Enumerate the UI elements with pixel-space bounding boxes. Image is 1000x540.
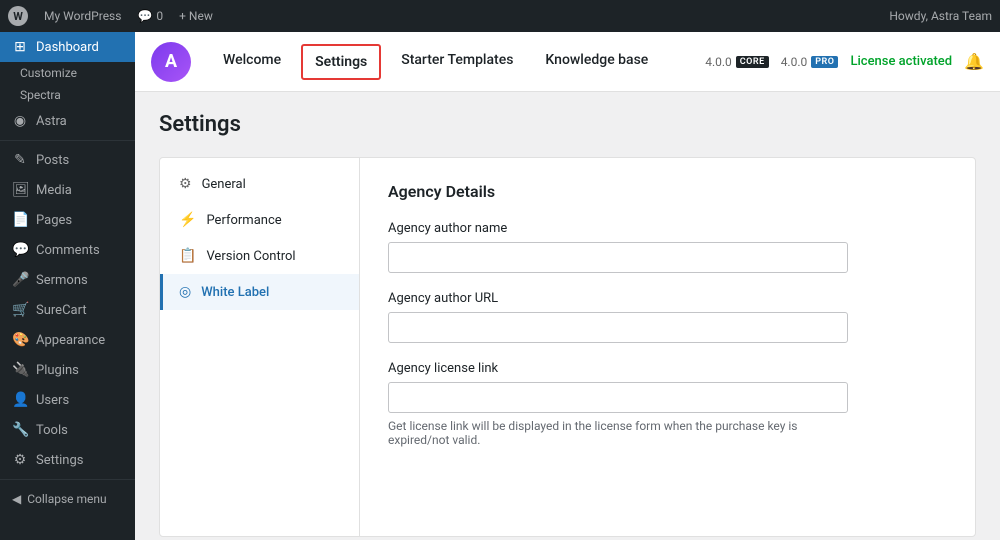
comments-link[interactable]: 💬 0 bbox=[137, 9, 163, 23]
sidebar-item-pages[interactable]: 📄 Pages bbox=[0, 205, 135, 235]
license-activated-link[interactable]: License activated bbox=[850, 54, 952, 69]
agency-license-link-group: Agency license link Get license link wil… bbox=[388, 361, 947, 447]
notifications-icon[interactable]: 🔔 bbox=[964, 52, 984, 71]
settings-sidebar: ⚙ General ⚡ Performance 📋 Version Contro… bbox=[160, 158, 360, 536]
new-content-link[interactable]: + New bbox=[179, 9, 213, 23]
agency-license-link-label: Agency license link bbox=[388, 361, 947, 376]
settings-nav-performance[interactable]: ⚡ Performance bbox=[160, 202, 359, 238]
howdy-text: Howdy, Astra Team bbox=[889, 9, 992, 23]
header-right: 4.0.0 CORE 4.0.0 PRO License activated 🔔 bbox=[705, 52, 984, 71]
version-pro-badge: 4.0.0 PRO bbox=[781, 55, 839, 69]
settings-nav-white-label[interactable]: ◎ White Label bbox=[160, 274, 359, 310]
sidebar: ⊞ Dashboard Customize Spectra ◉ Astra ✎ … bbox=[0, 32, 135, 540]
comment-icon: 💬 bbox=[137, 9, 152, 23]
sidebar-item-media[interactable]: 🖼 Media bbox=[0, 175, 135, 205]
sidebar-item-spectra[interactable]: Spectra bbox=[0, 84, 135, 106]
general-icon: ⚙ bbox=[179, 176, 192, 192]
content-area: Settings ⚙ General ⚡ Performance bbox=[135, 92, 1000, 540]
agency-author-url-label: Agency author URL bbox=[388, 291, 947, 306]
nav-starter-templates[interactable]: Starter Templates bbox=[385, 32, 529, 92]
sidebar-item-label: SureCart bbox=[36, 303, 87, 318]
sidebar-item-plugins[interactable]: 🔌 Plugins bbox=[0, 355, 135, 385]
sidebar-item-label: Astra bbox=[36, 114, 67, 129]
agency-license-link-input[interactable] bbox=[388, 382, 848, 413]
agency-author-name-group: Agency author name bbox=[388, 221, 947, 273]
nav-welcome[interactable]: Welcome bbox=[207, 32, 297, 92]
core-badge: CORE bbox=[736, 56, 769, 68]
surecart-icon: 🛒 bbox=[12, 302, 28, 318]
settings-layout: ⚙ General ⚡ Performance 📋 Version Contro… bbox=[159, 157, 976, 537]
collapse-menu-button[interactable]: ◀ Collapse menu bbox=[0, 484, 135, 514]
sidebar-item-label: Posts bbox=[36, 153, 69, 168]
dashboard-icon: ⊞ bbox=[12, 39, 28, 55]
sidebar-item-label: Media bbox=[36, 183, 72, 198]
sidebar-item-users[interactable]: 👤 Users bbox=[0, 385, 135, 415]
version-core-badge: 4.0.0 CORE bbox=[705, 55, 768, 69]
agency-author-name-input[interactable] bbox=[388, 242, 848, 273]
sidebar-item-astra[interactable]: ◉ Astra bbox=[0, 106, 135, 136]
agency-author-url-group: Agency author URL bbox=[388, 291, 947, 343]
pages-icon: 📄 bbox=[12, 212, 28, 228]
collapse-icon: ◀ bbox=[12, 492, 21, 506]
sidebar-item-surecart[interactable]: 🛒 SureCart bbox=[0, 295, 135, 325]
appearance-icon: 🎨 bbox=[12, 332, 28, 348]
tools-icon: 🔧 bbox=[12, 422, 28, 438]
sidebar-item-label: Users bbox=[36, 393, 69, 408]
wp-logo[interactable]: W bbox=[8, 6, 28, 26]
sidebar-item-settings[interactable]: ⚙ Settings bbox=[0, 445, 135, 475]
plugin-logo: A bbox=[151, 42, 191, 82]
sidebar-item-label: Pages bbox=[36, 213, 72, 228]
sidebar-item-sermons[interactable]: 🎤 Sermons bbox=[0, 265, 135, 295]
sidebar-item-label: Dashboard bbox=[36, 40, 99, 55]
sidebar-item-label: Tools bbox=[36, 423, 68, 438]
plugins-icon: 🔌 bbox=[12, 362, 28, 378]
main-content: A Welcome Settings Starter Templates Kno… bbox=[135, 32, 1000, 540]
settings-nav-general[interactable]: ⚙ General bbox=[160, 166, 359, 202]
sidebar-item-label: Comments bbox=[36, 243, 100, 258]
comments-icon: 💬 bbox=[12, 242, 28, 258]
license-hint: Get license link will be displayed in th… bbox=[388, 419, 848, 447]
nav-knowledge-base[interactable]: Knowledge base bbox=[529, 32, 664, 92]
sidebar-item-label: Appearance bbox=[36, 333, 105, 348]
settings-nav-version-control[interactable]: 📋 Version Control bbox=[160, 238, 359, 274]
sidebar-item-tools[interactable]: 🔧 Tools bbox=[0, 415, 135, 445]
nav-settings[interactable]: Settings bbox=[301, 44, 381, 80]
sidebar-item-label: Plugins bbox=[36, 363, 79, 378]
plugin-header: A Welcome Settings Starter Templates Kno… bbox=[135, 32, 1000, 92]
sidebar-item-appearance[interactable]: 🎨 Appearance bbox=[0, 325, 135, 355]
settings-icon: ⚙ bbox=[12, 452, 28, 468]
sermons-icon: 🎤 bbox=[12, 272, 28, 288]
sidebar-item-dashboard[interactable]: ⊞ Dashboard bbox=[0, 32, 135, 62]
header-nav: Welcome Settings Starter Templates Knowl… bbox=[207, 32, 705, 92]
media-icon: 🖼 bbox=[12, 182, 28, 198]
posts-icon: ✎ bbox=[12, 152, 28, 168]
astra-icon: ◉ bbox=[12, 113, 28, 129]
users-icon: 👤 bbox=[12, 392, 28, 408]
agency-author-url-input[interactable] bbox=[388, 312, 848, 343]
sidebar-item-label: Sermons bbox=[36, 273, 88, 288]
page-title: Settings bbox=[159, 112, 976, 137]
site-name[interactable]: My WordPress bbox=[44, 9, 121, 23]
settings-form: Agency Details Agency author name Agency… bbox=[360, 158, 975, 536]
performance-icon: ⚡ bbox=[179, 212, 196, 228]
version-control-icon: 📋 bbox=[179, 248, 196, 264]
admin-bar: W My WordPress 💬 0 + New Howdy, Astra Te… bbox=[0, 0, 1000, 32]
agency-author-name-label: Agency author name bbox=[388, 221, 947, 236]
pro-badge: PRO bbox=[811, 56, 838, 68]
sidebar-item-customize[interactable]: Customize bbox=[0, 62, 135, 84]
sidebar-item-label: Settings bbox=[36, 453, 83, 468]
sidebar-divider bbox=[0, 140, 135, 141]
sidebar-item-comments[interactable]: 💬 Comments bbox=[0, 235, 135, 265]
sidebar-item-posts[interactable]: ✎ Posts bbox=[0, 145, 135, 175]
section-title: Agency Details bbox=[388, 182, 947, 201]
sidebar-divider-2 bbox=[0, 479, 135, 480]
white-label-icon: ◎ bbox=[179, 284, 191, 300]
